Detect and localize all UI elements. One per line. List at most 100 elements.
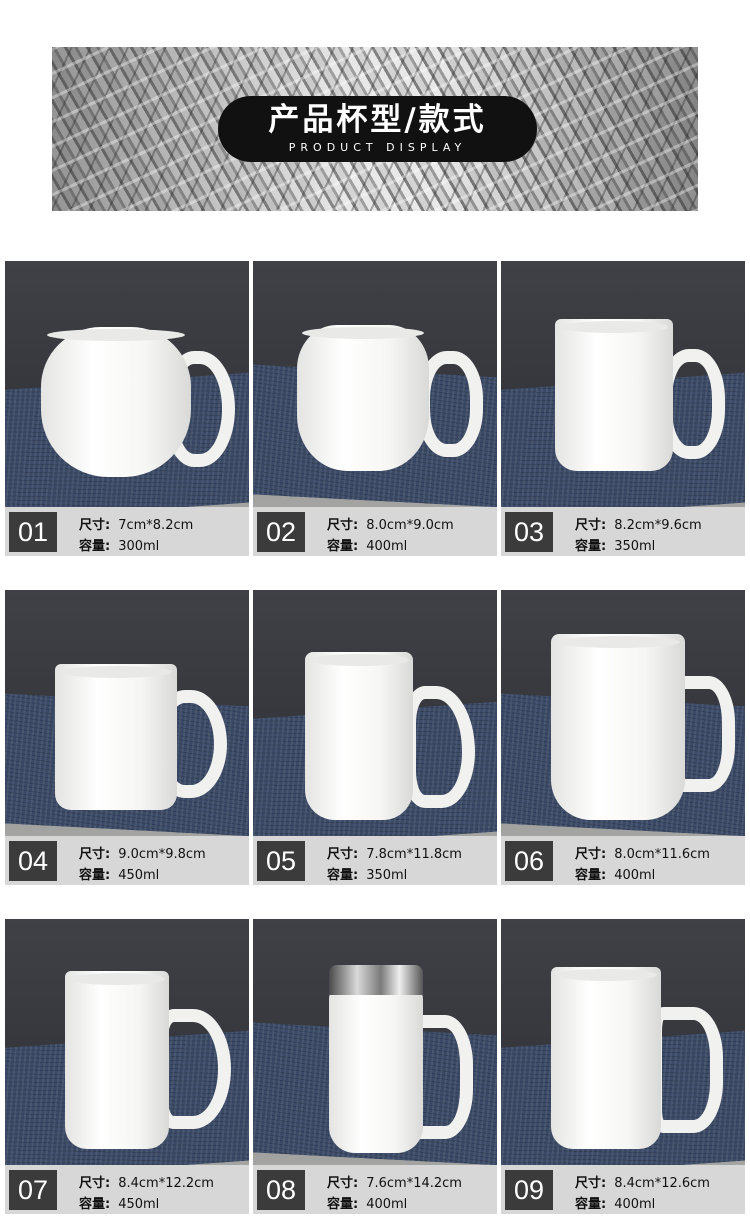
spec-bar: 03 尺寸: 8.2cm*9.6cm 容量: 350ml <box>501 507 745 556</box>
capacity-line: 容量: 400ml <box>575 864 655 883</box>
mug-image <box>55 664 177 810</box>
banner-subtitle: PRODUCT DISPLAY <box>288 141 467 154</box>
capacity-line: 容量: 400ml <box>327 1193 407 1212</box>
spec-bar: 04 尺寸: 9.0cm*9.8cm 容量: 450ml <box>5 836 249 885</box>
capacity-label: 容量: <box>575 1197 607 1212</box>
capacity-value: 400ml <box>366 1197 408 1212</box>
capacity-value: 400ml <box>614 1197 656 1212</box>
spec-bar: 08 尺寸: 7.6cm*14.2cm 容量: 400ml <box>253 1165 497 1214</box>
size-value: 8.0cm*11.6cm <box>614 847 710 862</box>
capacity-line: 容量: 400ml <box>575 1193 655 1212</box>
product-photo <box>501 919 745 1165</box>
product-photo <box>253 261 497 507</box>
product-photo <box>5 261 249 507</box>
product-card-07[interactable]: 07 尺寸: 8.4cm*12.2cm 容量: 450ml <box>5 919 249 1214</box>
product-card-01[interactable]: 01 尺寸: 7cm*8.2cm 容量: 300ml <box>5 261 249 556</box>
size-label: 尺寸: <box>327 518 359 533</box>
size-value: 9.0cm*9.8cm <box>118 847 206 862</box>
capacity-label: 容量: <box>79 1197 111 1212</box>
capacity-value: 400ml <box>614 868 656 883</box>
product-number: 04 <box>9 841 57 881</box>
capacity-label: 容量: <box>575 539 607 554</box>
travel-mug-image <box>329 985 423 1153</box>
product-display-banner: 产品杯型/款式 PRODUCT DISPLAY <box>52 47 698 211</box>
capacity-line: 容量: 450ml <box>79 1193 159 1212</box>
size-line: 尺寸: 7.6cm*14.2cm <box>327 1172 462 1191</box>
size-value: 8.0cm*9.0cm <box>366 518 454 533</box>
product-card-04[interactable]: 04 尺寸: 9.0cm*9.8cm 容量: 450ml <box>5 590 249 885</box>
size-label: 尺寸: <box>79 1176 111 1191</box>
size-label: 尺寸: <box>575 518 607 533</box>
product-photo <box>253 919 497 1165</box>
capacity-line: 容量: 350ml <box>327 864 407 883</box>
steel-lid <box>329 965 423 995</box>
size-line: 尺寸: 8.4cm*12.6cm <box>575 1172 710 1191</box>
product-number: 07 <box>9 1170 57 1210</box>
product-photo <box>253 590 497 836</box>
spec-bar: 09 尺寸: 8.4cm*12.6cm 容量: 400ml <box>501 1165 745 1214</box>
size-value: 7.6cm*14.2cm <box>366 1176 462 1191</box>
size-line: 尺寸: 8.4cm*12.2cm <box>79 1172 214 1191</box>
product-card-05[interactable]: 05 尺寸: 7.8cm*11.8cm 容量: 350ml <box>253 590 497 885</box>
mug-image <box>41 327 191 477</box>
spec-bar: 02 尺寸: 8.0cm*9.0cm 容量: 400ml <box>253 507 497 556</box>
size-label: 尺寸: <box>327 1176 359 1191</box>
spec-bar: 05 尺寸: 7.8cm*11.8cm 容量: 350ml <box>253 836 497 885</box>
product-photo <box>5 590 249 836</box>
capacity-label: 容量: <box>327 868 359 883</box>
size-value: 8.2cm*9.6cm <box>614 518 702 533</box>
title-pill: 产品杯型/款式 PRODUCT DISPLAY <box>218 96 537 162</box>
capacity-label: 容量: <box>327 539 359 554</box>
product-photo <box>501 590 745 836</box>
product-number: 08 <box>257 1170 305 1210</box>
capacity-line: 容量: 350ml <box>575 535 655 554</box>
mug-image <box>555 319 673 471</box>
capacity-value: 400ml <box>366 539 408 554</box>
product-number: 02 <box>257 512 305 552</box>
size-line: 尺寸: 8.2cm*9.6cm <box>575 514 702 533</box>
size-label: 尺寸: <box>79 847 111 862</box>
capacity-value: 350ml <box>366 868 408 883</box>
size-label: 尺寸: <box>327 847 359 862</box>
product-number: 03 <box>505 512 553 552</box>
size-line: 尺寸: 7.8cm*11.8cm <box>327 843 462 862</box>
size-line: 尺寸: 9.0cm*9.8cm <box>79 843 206 862</box>
mug-image <box>297 325 429 471</box>
product-card-09[interactable]: 09 尺寸: 8.4cm*12.6cm 容量: 400ml <box>501 919 745 1214</box>
product-card-02[interactable]: 02 尺寸: 8.0cm*9.0cm 容量: 400ml <box>253 261 497 556</box>
product-photo <box>5 919 249 1165</box>
size-line: 尺寸: 8.0cm*9.0cm <box>327 514 454 533</box>
capacity-value: 350ml <box>614 539 656 554</box>
mug-image <box>551 967 661 1149</box>
product-number: 01 <box>9 512 57 552</box>
capacity-label: 容量: <box>327 1197 359 1212</box>
spec-bar: 07 尺寸: 8.4cm*12.2cm 容量: 450ml <box>5 1165 249 1214</box>
spec-bar: 06 尺寸: 8.0cm*11.6cm 容量: 400ml <box>501 836 745 885</box>
mug-image <box>65 971 169 1149</box>
product-card-08[interactable]: 08 尺寸: 7.6cm*14.2cm 容量: 400ml <box>253 919 497 1214</box>
banner-title: 产品杯型/款式 <box>268 102 487 138</box>
capacity-value: 300ml <box>118 539 160 554</box>
product-card-06[interactable]: 06 尺寸: 8.0cm*11.6cm 容量: 400ml <box>501 590 745 885</box>
size-value: 7.8cm*11.8cm <box>366 847 462 862</box>
product-number: 05 <box>257 841 305 881</box>
capacity-line: 容量: 400ml <box>327 535 407 554</box>
size-label: 尺寸: <box>575 847 607 862</box>
product-photo <box>501 261 745 507</box>
capacity-value: 450ml <box>118 868 160 883</box>
size-label: 尺寸: <box>575 1176 607 1191</box>
size-value: 8.4cm*12.6cm <box>614 1176 710 1191</box>
capacity-value: 450ml <box>118 1197 160 1212</box>
capacity-label: 容量: <box>79 868 111 883</box>
mug-image <box>551 634 685 820</box>
capacity-line: 容量: 450ml <box>79 864 159 883</box>
size-value: 8.4cm*12.2cm <box>118 1176 214 1191</box>
size-line: 尺寸: 7cm*8.2cm <box>79 514 193 533</box>
product-card-03[interactable]: 03 尺寸: 8.2cm*9.6cm 容量: 350ml <box>501 261 745 556</box>
product-number: 06 <box>505 841 553 881</box>
size-line: 尺寸: 8.0cm*11.6cm <box>575 843 710 862</box>
spec-bar: 01 尺寸: 7cm*8.2cm 容量: 300ml <box>5 507 249 556</box>
size-value: 7cm*8.2cm <box>118 518 194 533</box>
mug-image <box>305 652 413 820</box>
capacity-label: 容量: <box>575 868 607 883</box>
